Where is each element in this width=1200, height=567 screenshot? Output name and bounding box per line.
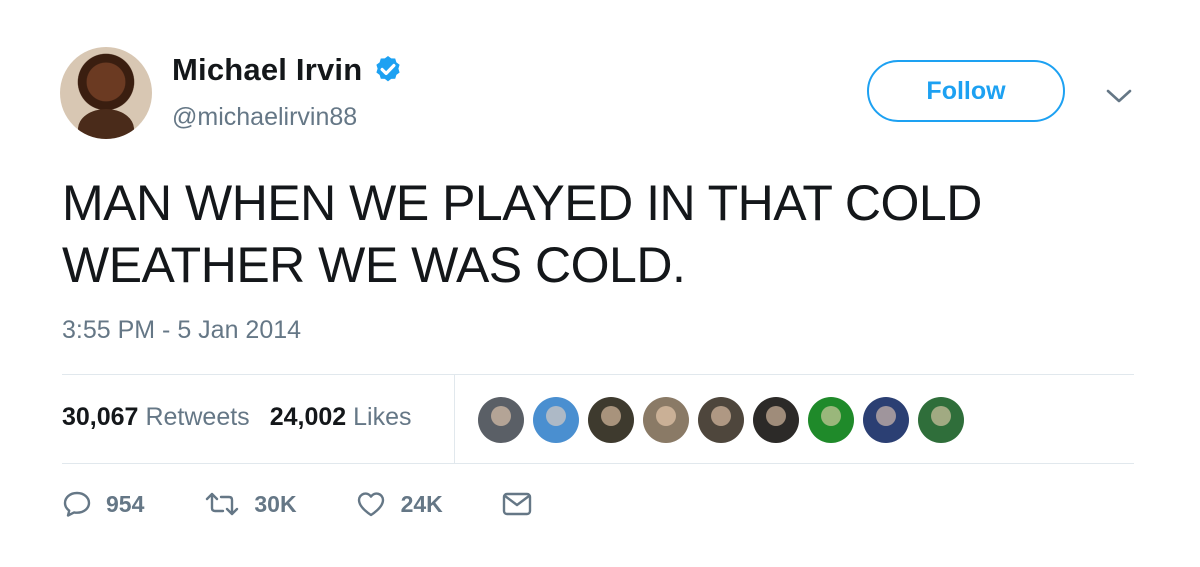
like-count: 24K — [400, 490, 443, 517]
liker-avatar[interactable] — [753, 397, 799, 443]
reply-icon — [63, 491, 91, 517]
verified-badge-icon — [376, 56, 400, 82]
liker-avatar[interactable] — [918, 397, 964, 443]
liker-avatar[interactable] — [808, 397, 854, 443]
author-name-row: Michael Irvin — [172, 52, 404, 88]
liker-avatar[interactable] — [863, 397, 909, 443]
tweet-timestamp[interactable]: 3:55 PM - 5 Jan 2014 — [62, 316, 301, 345]
likes-label: Likes — [353, 403, 412, 431]
liker-avatar[interactable] — [588, 397, 634, 443]
liker-avatar[interactable] — [533, 397, 579, 443]
divider-top — [62, 374, 1134, 375]
retweet-action[interactable]: 30K — [204, 490, 297, 518]
retweets-stat[interactable]: 30,067 Retweets — [62, 403, 250, 432]
like-action[interactable]: 24K — [355, 490, 443, 518]
liker-avatar[interactable] — [478, 397, 524, 443]
heart-icon — [357, 492, 384, 517]
liker-avatar[interactable] — [643, 397, 689, 443]
tweet-text: MAN WHEN WE PLAYED IN THAT COLD WEATHER … — [62, 175, 982, 293]
author-avatar[interactable] — [60, 47, 152, 139]
reply-action[interactable]: 954 — [62, 490, 144, 518]
author-handle[interactable]: @michaelirvin88 — [172, 103, 357, 132]
reply-count: 954 — [106, 490, 145, 517]
retweet-icon — [206, 492, 239, 516]
retweet-count: 30K — [254, 490, 297, 517]
liker-avatar[interactable] — [698, 397, 744, 443]
likes-count: 24,002 — [269, 403, 347, 431]
direct-message-action[interactable] — [501, 491, 533, 517]
divider-vertical — [454, 375, 455, 463]
follow-button[interactable]: Follow — [867, 60, 1065, 122]
tweet-actions: 954 30K 24K — [62, 490, 533, 518]
divider-bottom — [62, 463, 1134, 464]
liker-avatars — [478, 397, 973, 443]
chevron-down-icon[interactable] — [1103, 84, 1135, 108]
envelope-icon — [502, 492, 531, 516]
likes-stat[interactable]: 24,002 Likes — [270, 403, 412, 432]
avatar-shirt — [78, 109, 134, 139]
author-name[interactable]: Michael Irvin — [172, 52, 362, 88]
tweet-stats: 30,067 Retweets 24,002 Likes — [62, 403, 412, 432]
retweets-count: 30,067 — [62, 403, 139, 431]
retweets-label: Retweets — [145, 403, 250, 431]
